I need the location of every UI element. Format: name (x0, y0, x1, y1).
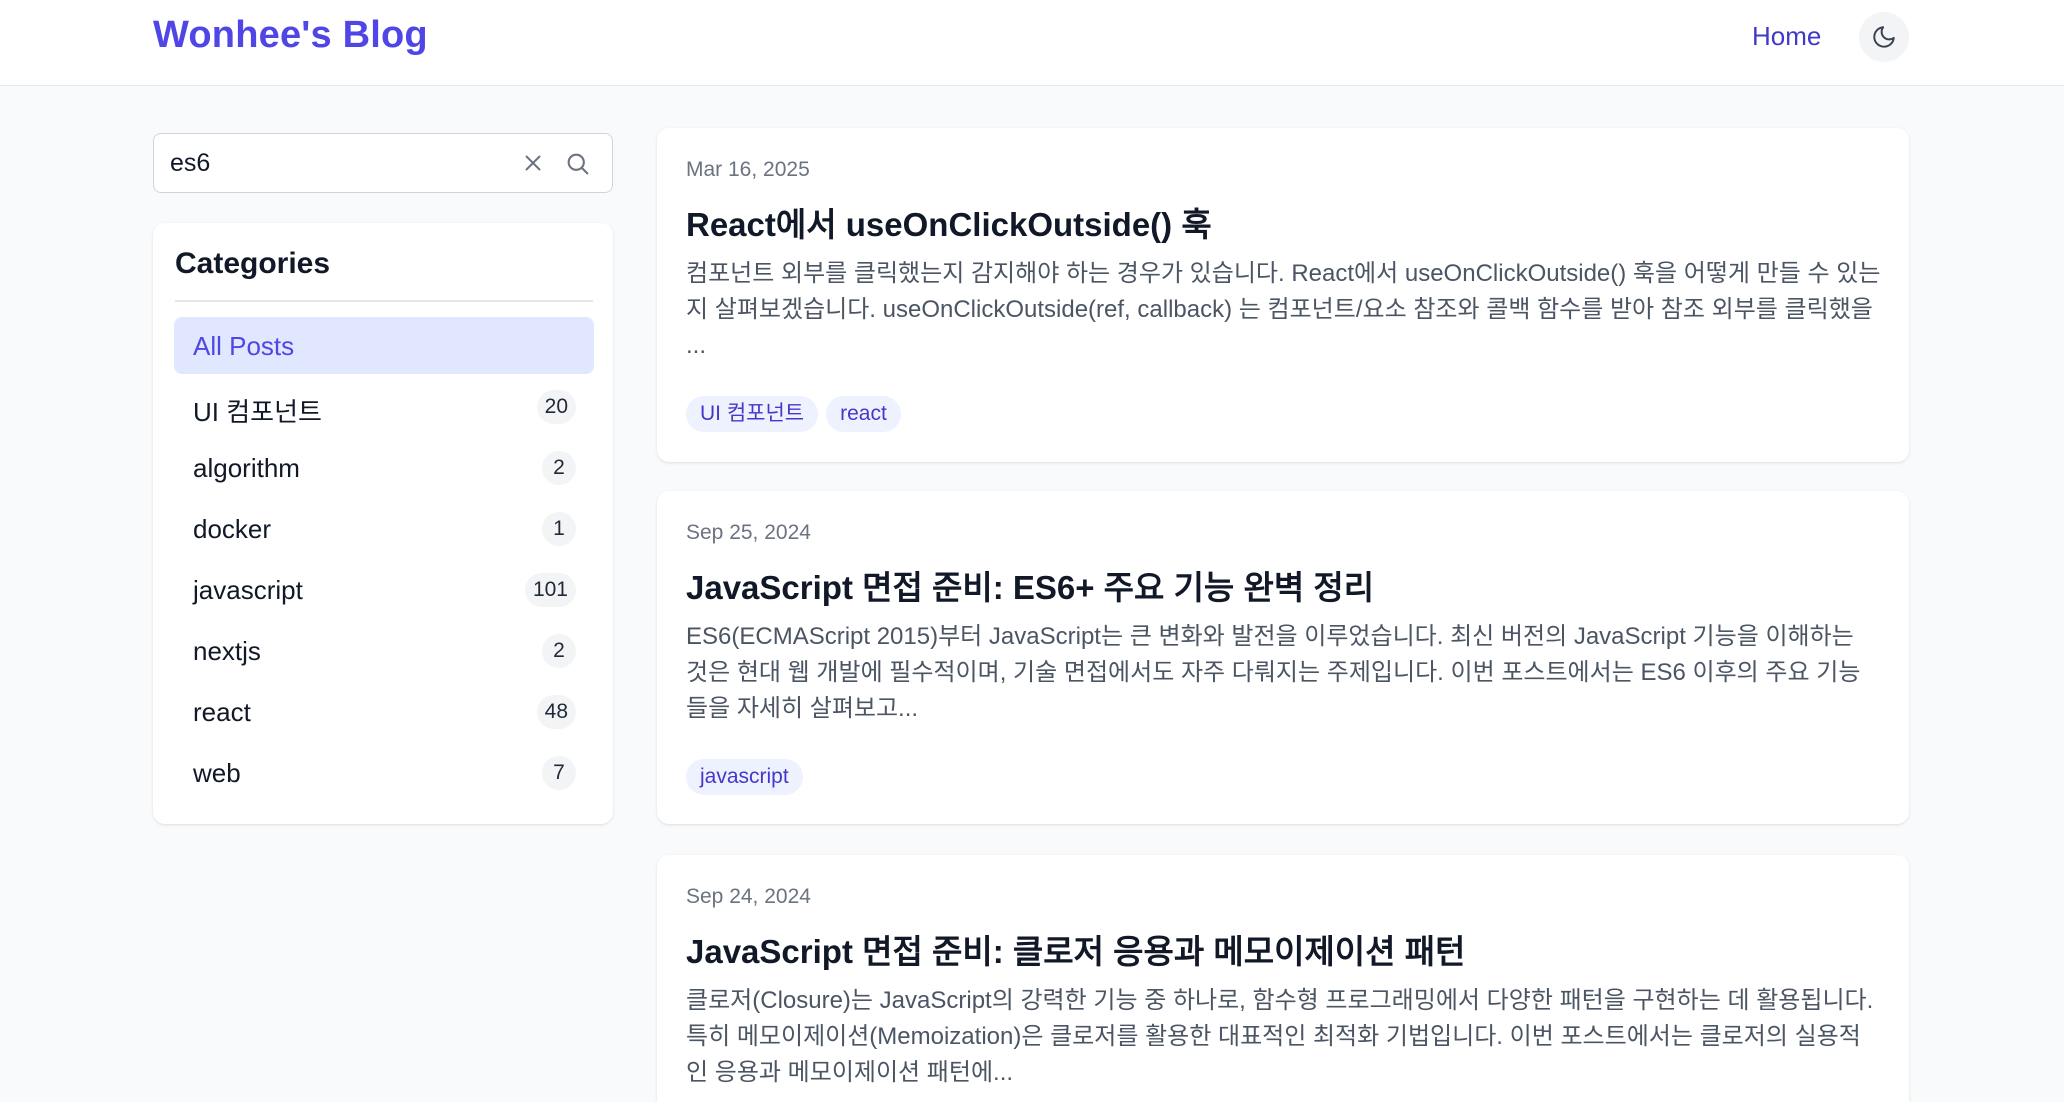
category-item-ui-components[interactable]: UI 컴포넌트 20 (174, 378, 594, 435)
category-label: docker (193, 514, 272, 544)
category-count-badge: 20 (536, 390, 576, 424)
post-card[interactable]: Sep 25, 2024 JavaScript 면접 준비: ES6+ 주요 기… (657, 491, 1909, 824)
category-label: algorithm (193, 453, 300, 483)
category-item-nextjs[interactable]: nextjs 2 (174, 622, 594, 679)
category-count-badge: 7 (542, 756, 576, 790)
category-label: nextjs (193, 636, 261, 666)
post-tags: UI 컴포넌트 react (686, 396, 901, 432)
categories-panel: Categories All Posts UI 컴포넌트 20 algorith… (153, 223, 613, 824)
categories-title: Categories (175, 247, 331, 280)
category-item-docker[interactable]: docker 1 (174, 500, 594, 557)
category-label: All Posts (193, 331, 295, 361)
post-excerpt: ES6(ECMAScript 2015)부터 JavaScript는 큰 변화와… (686, 623, 1861, 722)
tag-react[interactable]: react (826, 396, 901, 432)
search-icon[interactable] (564, 150, 592, 178)
tag-ui-components[interactable]: UI 컴포넌트 (686, 396, 819, 432)
tag-javascript[interactable]: javascript (686, 759, 803, 795)
post-title[interactable]: JavaScript 면접 준비: ES6+ 주요 기능 완벽 정리 (686, 561, 1886, 609)
category-label: javascript (193, 575, 303, 605)
post-card[interactable]: Mar 16, 2025 React에서 useOnClickOutside()… (657, 128, 1909, 462)
category-count-badge: 1 (542, 512, 576, 546)
divider (175, 300, 593, 302)
post-tags: javascript (686, 759, 803, 795)
category-item-all-posts[interactable]: All Posts (174, 317, 594, 374)
post-date: Sep 25, 2024 (686, 521, 811, 544)
post-excerpt: 클로저(Closure)는 JavaScript의 강력한 기능 중 하나로, … (686, 987, 1874, 1086)
category-count-badge: 2 (542, 634, 576, 668)
category-count-badge: 101 (524, 573, 576, 607)
moon-icon (1873, 26, 1895, 48)
post-date: Mar 16, 2025 (686, 158, 810, 181)
site-logo[interactable]: Wonhee's Blog (153, 14, 428, 57)
category-item-javascript[interactable]: javascript 101 (174, 561, 594, 618)
post-excerpt: 컴포넌트 외부를 클릭했는지 감지해야 하는 경우가 있습니다. React에서… (686, 260, 1881, 359)
category-label: react (193, 697, 251, 727)
category-item-react[interactable]: react 48 (174, 683, 594, 740)
category-count-badge: 48 (536, 695, 576, 729)
category-item-web[interactable]: web 7 (174, 744, 594, 801)
category-item-algorithm[interactable]: algorithm 2 (174, 439, 594, 496)
category-label: web (193, 758, 241, 788)
search-input[interactable] (170, 146, 510, 180)
post-title[interactable]: JavaScript 면접 준비: 클로저 응용과 메모이제이션 패턴 (686, 925, 1886, 973)
close-icon[interactable] (520, 150, 546, 176)
site-header: Wonhee's Blog Home (0, 0, 2064, 86)
post-title[interactable]: React에서 useOnClickOutside() 훅 (686, 198, 1886, 246)
post-date: Sep 24, 2024 (686, 885, 811, 908)
theme-toggle-button[interactable] (1859, 12, 1909, 62)
nav-home-link[interactable]: Home (1752, 21, 1821, 52)
post-card[interactable]: Sep 24, 2024 JavaScript 면접 준비: 클로저 응용과 메… (657, 855, 1909, 1102)
category-list: All Posts UI 컴포넌트 20 algorithm 2 docker … (174, 317, 594, 805)
category-label: UI 컴포넌트 (193, 397, 322, 427)
category-count-badge: 2 (542, 451, 576, 485)
